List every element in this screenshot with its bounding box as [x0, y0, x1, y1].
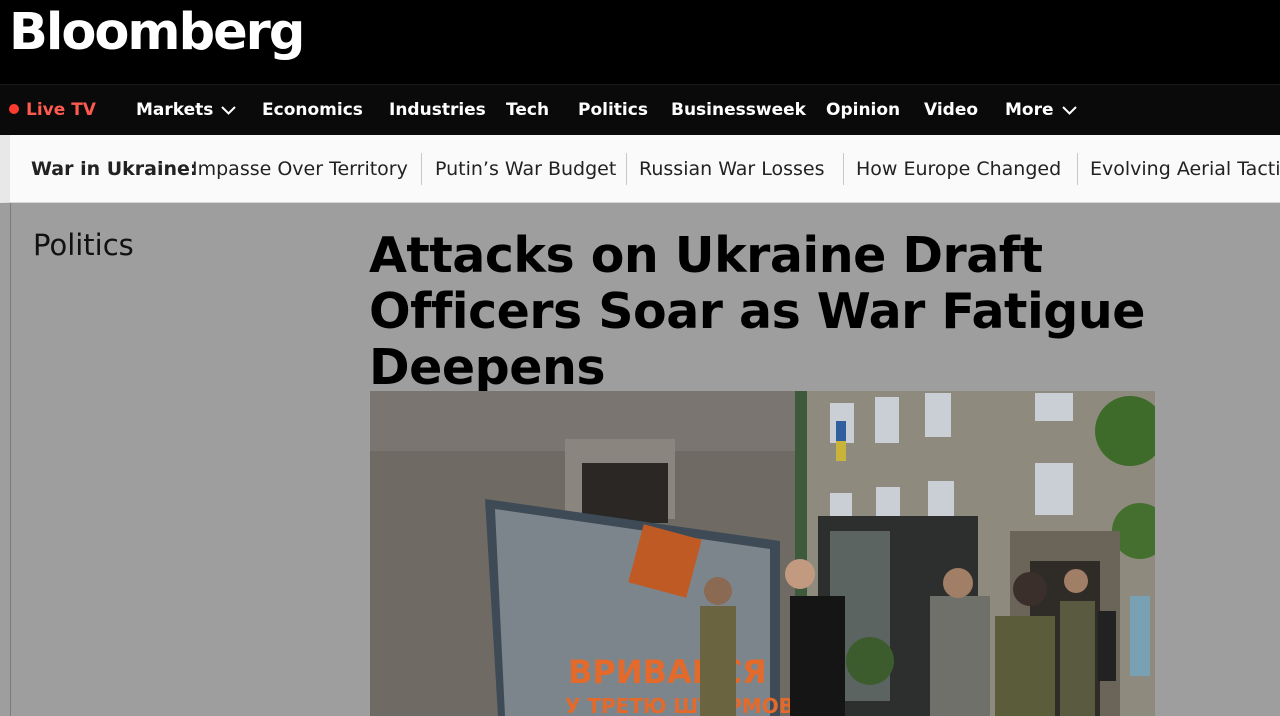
divider	[843, 153, 844, 185]
chevron-down-icon	[221, 105, 237, 115]
nav-live-tv[interactable]: Live TV	[9, 85, 96, 136]
nav-item-label: Markets	[136, 100, 214, 120]
masthead: Bloomberg	[0, 0, 1280, 84]
nav-item-economics[interactable]: Economics	[262, 85, 363, 136]
divider	[421, 153, 422, 185]
left-rail-divider	[10, 203, 11, 716]
nav-item-industries[interactable]: Industries	[389, 85, 486, 136]
hero-image[interactable]: ВРИВАЙСЯ У ТРЕТЮ ШТУРМОВУ	[370, 391, 1155, 716]
subnav-link-war-losses[interactable]: Russian War Losses	[639, 135, 825, 202]
topic-subnav: War in Ukraine: Impasse Over Territory P…	[0, 135, 1280, 203]
nav-item-video[interactable]: Video	[924, 85, 978, 136]
hero-photo: ВРИВАЙСЯ У ТРЕТЮ ШТУРМОВУ	[370, 391, 1155, 716]
section-label[interactable]: Politics	[33, 228, 134, 262]
main-nav: Live TV Markets Economics Industries Tec…	[0, 84, 1280, 135]
nav-item-businessweek[interactable]: Businessweek	[671, 85, 806, 136]
nav-item-opinion[interactable]: Opinion	[826, 85, 900, 136]
subnav-link-europe-changed[interactable]: How Europe Changed	[856, 135, 1061, 202]
bloomberg-logo[interactable]: Bloomberg	[9, 2, 305, 64]
live-dot-icon	[9, 104, 19, 114]
article-headline: Attacks on Ukraine Draft Officers Soar a…	[369, 227, 1145, 396]
nav-live-tv-label: Live TV	[26, 100, 96, 120]
subnav-link-impasse[interactable]: Impasse Over Territory	[192, 135, 408, 202]
divider	[626, 153, 627, 185]
subnav-link-war-budget[interactable]: Putin’s War Budget	[435, 135, 616, 202]
nav-item-politics[interactable]: Politics	[578, 85, 648, 136]
subnav-topic-label: War in Ukraine:	[31, 158, 198, 180]
poster-text-main: ВРИВАЙСЯ	[568, 653, 767, 691]
poster-text-sub: У ТРЕТЮ ШТУРМОВУ	[565, 694, 809, 716]
nav-item-label: More	[1005, 100, 1054, 120]
nav-item-markets[interactable]: Markets	[136, 85, 237, 136]
divider	[1077, 153, 1078, 185]
nav-item-more[interactable]: More	[1005, 85, 1077, 136]
chevron-down-icon	[1061, 105, 1077, 115]
subnav-link-aerial-tactics[interactable]: Evolving Aerial Tactics	[1090, 135, 1280, 202]
nav-item-tech[interactable]: Tech	[506, 85, 549, 136]
